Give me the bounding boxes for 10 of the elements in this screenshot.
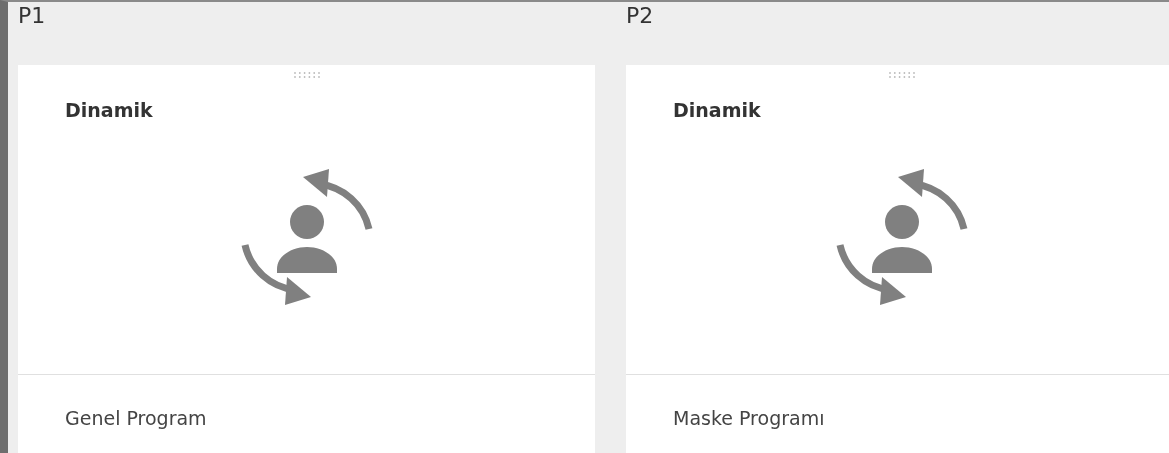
card[interactable]: Dinamik Maske Programı: [626, 65, 1169, 453]
drag-handle-icon[interactable]: [886, 71, 917, 79]
program-name: Maske Programı: [672, 406, 826, 429]
card-heading: Dinamik: [65, 99, 154, 121]
card-heading: Dinamik: [673, 99, 762, 121]
panel-title: P1: [18, 2, 47, 30]
drag-handle-icon[interactable]: [291, 71, 322, 79]
program-name: Genel Program: [64, 406, 208, 429]
panel-title: P2: [626, 2, 655, 30]
card[interactable]: Dinamik Genel Program: [18, 65, 595, 453]
